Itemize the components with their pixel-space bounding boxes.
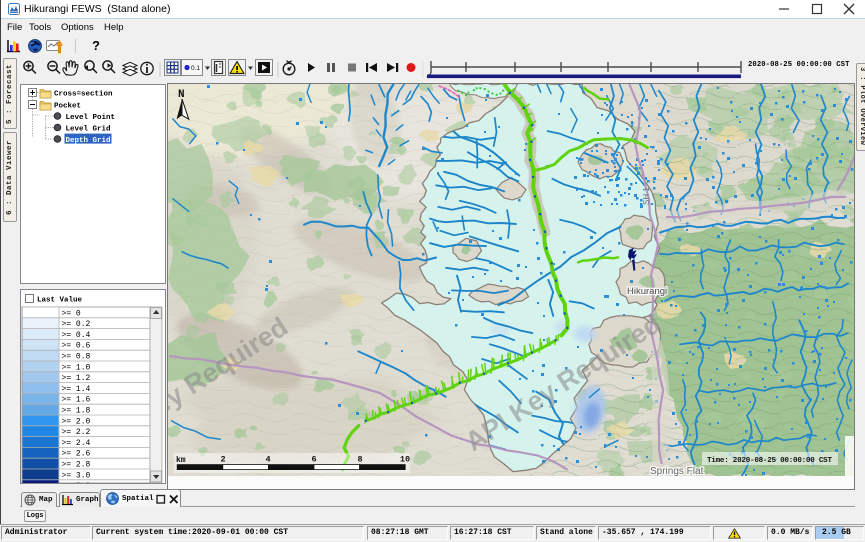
svg-text:km: km: [176, 456, 186, 465]
svg-text:Last Value: Last Value: [37, 297, 83, 305]
svg-text:Depth Grid: Depth Grid: [66, 137, 111, 145]
svg-text:>= 3.0: >= 3.0: [62, 471, 91, 480]
svg-text:SH 1: SH 1: [642, 187, 651, 205]
svg-text:10: 10: [400, 455, 410, 465]
svg-text:>= 0.4: >= 0.4: [62, 331, 91, 340]
svg-text:N: N: [178, 89, 185, 101]
svg-text:>= 2.2: >= 2.2: [62, 428, 91, 437]
svg-text:>= 1.0: >= 1.0: [62, 363, 91, 372]
svg-text:>= 1.8: >= 1.8: [62, 407, 91, 416]
svg-text:>= 0: >= 0: [62, 309, 81, 318]
svg-text:8: 8: [357, 455, 362, 465]
svg-text:0.1: 0.1: [191, 65, 200, 72]
svg-text:Level Grid: Level Grid: [66, 126, 111, 134]
svg-text:Hikurangi: Hikurangi: [627, 286, 667, 297]
svg-text:>= 3.2: >= 3.2: [62, 482, 91, 483]
svg-text:6: 6: [311, 455, 316, 465]
svg-text:>= 0.2: >= 0.2: [62, 320, 91, 329]
svg-text:Pocket: Pocket: [54, 103, 81, 111]
svg-text:>= 1.4: >= 1.4: [62, 385, 91, 394]
svg-text:>= 2.0: >= 2.0: [62, 417, 91, 426]
svg-text:Cross=section: Cross=section: [54, 91, 113, 99]
svg-text:>= 2.8: >= 2.8: [62, 461, 91, 470]
svg-text:>= 1.2: >= 1.2: [62, 374, 91, 383]
svg-text:Springs Flat: Springs Flat: [650, 466, 704, 476]
svg-text:4: 4: [265, 455, 270, 465]
svg-text:Time: 2020-08-25 00:00:00 CST: Time: 2020-08-25 00:00:00 CST: [707, 457, 832, 465]
svg-text:Level Point: Level Point: [66, 114, 116, 122]
svg-text:>= 2.4: >= 2.4: [62, 439, 91, 448]
svg-text:>= 0.8: >= 0.8: [62, 353, 91, 362]
svg-text:>= 0.6: >= 0.6: [62, 342, 91, 351]
svg-text:2: 2: [220, 455, 225, 465]
svg-text:>= 1.6: >= 1.6: [62, 396, 91, 405]
svg-text:>= 2.6: >= 2.6: [62, 450, 91, 459]
